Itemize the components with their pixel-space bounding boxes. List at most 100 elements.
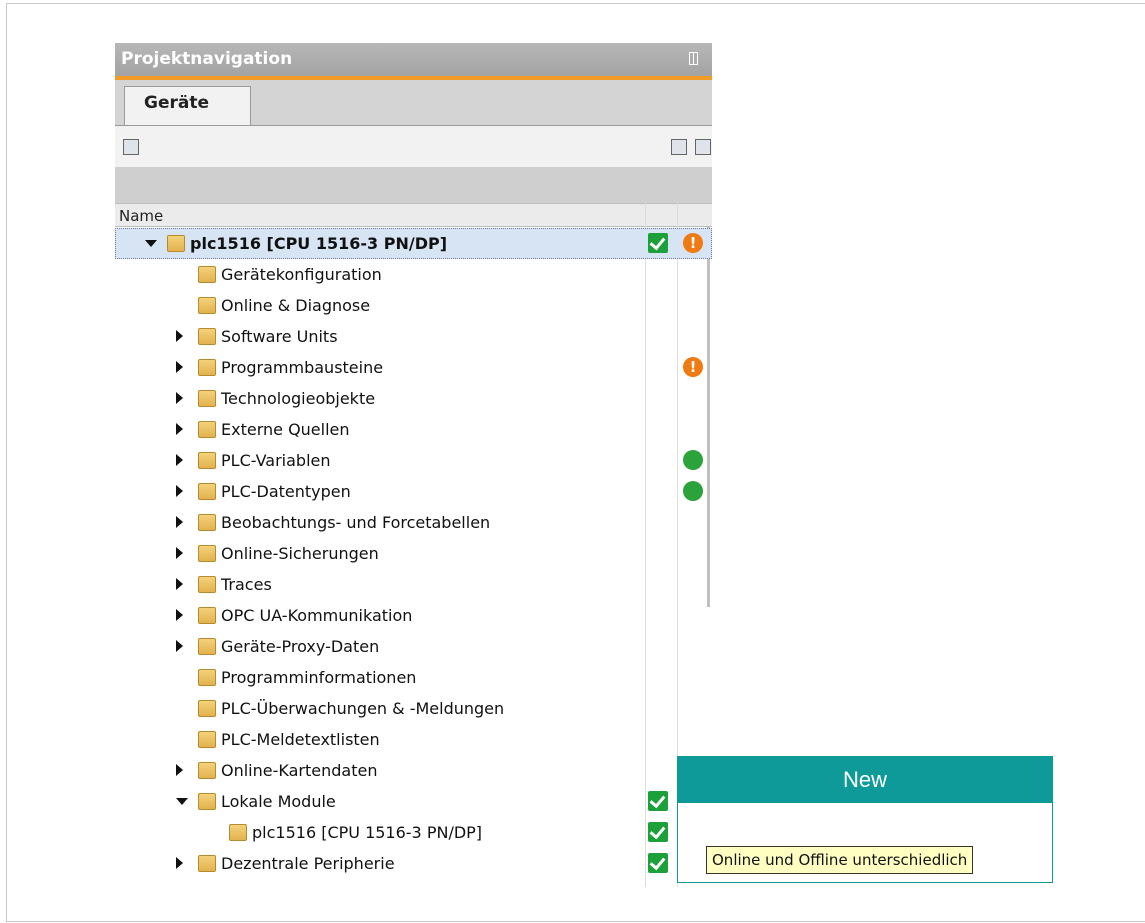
tree-row[interactable]: Programmbausteine! xyxy=(115,352,712,383)
expand-arrow-icon[interactable] xyxy=(176,547,183,559)
tree-row[interactable]: PLC-Variablen xyxy=(115,445,712,476)
tree-item-label: Online-Sicherungen xyxy=(221,544,379,563)
expand-arrow-icon[interactable] xyxy=(176,516,183,528)
tree-item-label: Geräte-Proxy-Daten xyxy=(221,637,380,656)
folder-icon xyxy=(198,638,216,655)
tree-row[interactable]: Beobachtungs- und Forcetabellen xyxy=(115,507,712,538)
folder-icon xyxy=(198,514,216,531)
tree-row[interactable]: Programminformationen xyxy=(115,662,712,693)
collapse-arrow-icon[interactable] xyxy=(176,798,188,805)
toolbar xyxy=(115,125,712,168)
expand-arrow-icon[interactable] xyxy=(176,423,183,435)
folder-icon xyxy=(198,452,216,469)
folder-icon xyxy=(198,700,216,717)
tree-row[interactable]: Traces xyxy=(115,569,712,600)
tree-item-label: OPC UA-Kommunikation xyxy=(221,606,413,625)
tree-row[interactable]: Online & Diagnose xyxy=(115,290,712,321)
expand-arrow-icon[interactable] xyxy=(176,361,183,373)
tree-row[interactable]: Technologieobjekte xyxy=(115,383,712,414)
status-ok-icon xyxy=(683,481,703,501)
folder-icon xyxy=(198,762,216,779)
check-icon xyxy=(648,791,668,811)
tree-row[interactable]: PLC-Meldetextlisten xyxy=(115,724,712,755)
tree-item-label: plc1516 [CPU 1516-3 PN/DP] xyxy=(252,823,483,842)
tree-item-label: PLC-Variablen xyxy=(221,451,331,470)
tree-row[interactable]: PLC-Datentypen xyxy=(115,476,712,507)
collapse-arrow-icon[interactable] xyxy=(145,240,157,247)
tree-row[interactable]: PLC-Überwachungen & -Meldungen xyxy=(115,693,712,724)
expand-arrow-icon[interactable] xyxy=(176,578,183,590)
folder-icon xyxy=(198,359,216,376)
tree-item-label: PLC-Überwachungen & -Meldungen xyxy=(221,699,505,718)
new-callout-title: New xyxy=(678,757,1052,803)
tree-row[interactable]: Lokale Module! xyxy=(115,786,712,817)
folder-icon xyxy=(198,731,216,748)
tree-item-label: Beobachtungs- und Forcetabellen xyxy=(221,513,491,532)
folder-icon xyxy=(198,793,216,810)
filter-area xyxy=(115,167,712,203)
tree-item-label: Online-Kartendaten xyxy=(221,761,378,780)
folder-icon xyxy=(198,607,216,624)
status-tooltip: Online und Offline unterschiedlich xyxy=(706,846,974,874)
tree-item-label: Traces xyxy=(221,575,272,594)
tree-item-label: plc1516 [CPU 1516-3 PN/DP] xyxy=(190,234,448,253)
expand-arrow-icon[interactable] xyxy=(176,330,183,342)
tree-item-label: Gerätekonfiguration xyxy=(221,265,382,284)
check-icon xyxy=(648,233,668,253)
tree-row[interactable]: Dezentrale Peripherie xyxy=(115,848,712,879)
expand-arrow-icon[interactable] xyxy=(176,857,183,869)
pin-icon[interactable] xyxy=(689,52,698,65)
expand-arrow-icon[interactable] xyxy=(176,609,183,621)
folder-icon xyxy=(198,855,216,872)
tree-row[interactable]: Externe Quellen xyxy=(115,414,712,445)
view-table-icon[interactable] xyxy=(695,139,711,155)
folder-icon xyxy=(198,421,216,438)
folder-icon xyxy=(167,235,185,252)
tree-item-label: Programminformationen xyxy=(221,668,417,687)
tab-label: Geräte xyxy=(144,93,209,113)
tree-item-label: Software Units xyxy=(221,327,338,346)
expand-arrow-icon[interactable] xyxy=(176,640,183,652)
tree-item-label: PLC-Datentypen xyxy=(221,482,351,501)
tree-row[interactable]: Geräte-Proxy-Daten xyxy=(115,631,712,662)
status-ok-icon xyxy=(683,450,703,470)
expand-arrow-icon[interactable] xyxy=(176,392,183,404)
folder-icon xyxy=(198,328,216,345)
tree-row[interactable]: OPC UA-Kommunikation xyxy=(115,600,712,631)
folder-icon xyxy=(198,390,216,407)
tree-item-label: Lokale Module xyxy=(221,792,336,811)
view-list-icon[interactable] xyxy=(671,139,687,155)
expand-arrow-icon[interactable] xyxy=(176,485,183,497)
tree-item-label: Online & Diagnose xyxy=(221,296,371,315)
folder-icon xyxy=(198,669,216,686)
table-header: Name xyxy=(115,203,712,227)
project-navigation-panel: Projektnavigation Geräte Name plc1516 [C… xyxy=(115,43,712,887)
tree-item-label: Technologieobjekte xyxy=(221,389,376,408)
check-icon xyxy=(648,822,668,842)
tree-row[interactable]: Online-Sicherungen xyxy=(115,538,712,569)
folder-icon xyxy=(198,297,216,314)
folder-icon xyxy=(198,576,216,593)
tree-row[interactable]: plc1516 [CPU 1516-3 PN/DP] xyxy=(115,817,712,848)
tree-row[interactable]: plc1516 [CPU 1516-3 PN/DP]! xyxy=(115,228,712,259)
check-icon xyxy=(648,853,668,873)
column-name-header: Name xyxy=(119,207,164,225)
panel-title: Projektnavigation xyxy=(121,49,293,69)
expand-arrow-icon[interactable] xyxy=(176,454,183,466)
tree-row[interactable]: Online-Kartendaten xyxy=(115,755,712,786)
warning-icon: ! xyxy=(683,357,703,377)
tab-geraete[interactable]: Geräte xyxy=(124,86,251,126)
add-device-icon[interactable] xyxy=(123,139,139,155)
tree-item-label: Dezentrale Peripherie xyxy=(221,854,395,873)
panel-titlebar: Projektnavigation xyxy=(115,43,712,76)
folder-icon xyxy=(229,824,247,841)
expand-arrow-icon[interactable] xyxy=(176,764,183,776)
tree-item-label: Programmbausteine xyxy=(221,358,384,377)
tree-row[interactable]: Gerätekonfiguration xyxy=(115,259,712,290)
folder-icon xyxy=(198,266,216,283)
folder-icon xyxy=(198,545,216,562)
tree-row[interactable]: Software Units xyxy=(115,321,712,352)
tree-item-label: PLC-Meldetextlisten xyxy=(221,730,380,749)
folder-icon xyxy=(198,483,216,500)
warning-icon: ! xyxy=(683,233,703,253)
